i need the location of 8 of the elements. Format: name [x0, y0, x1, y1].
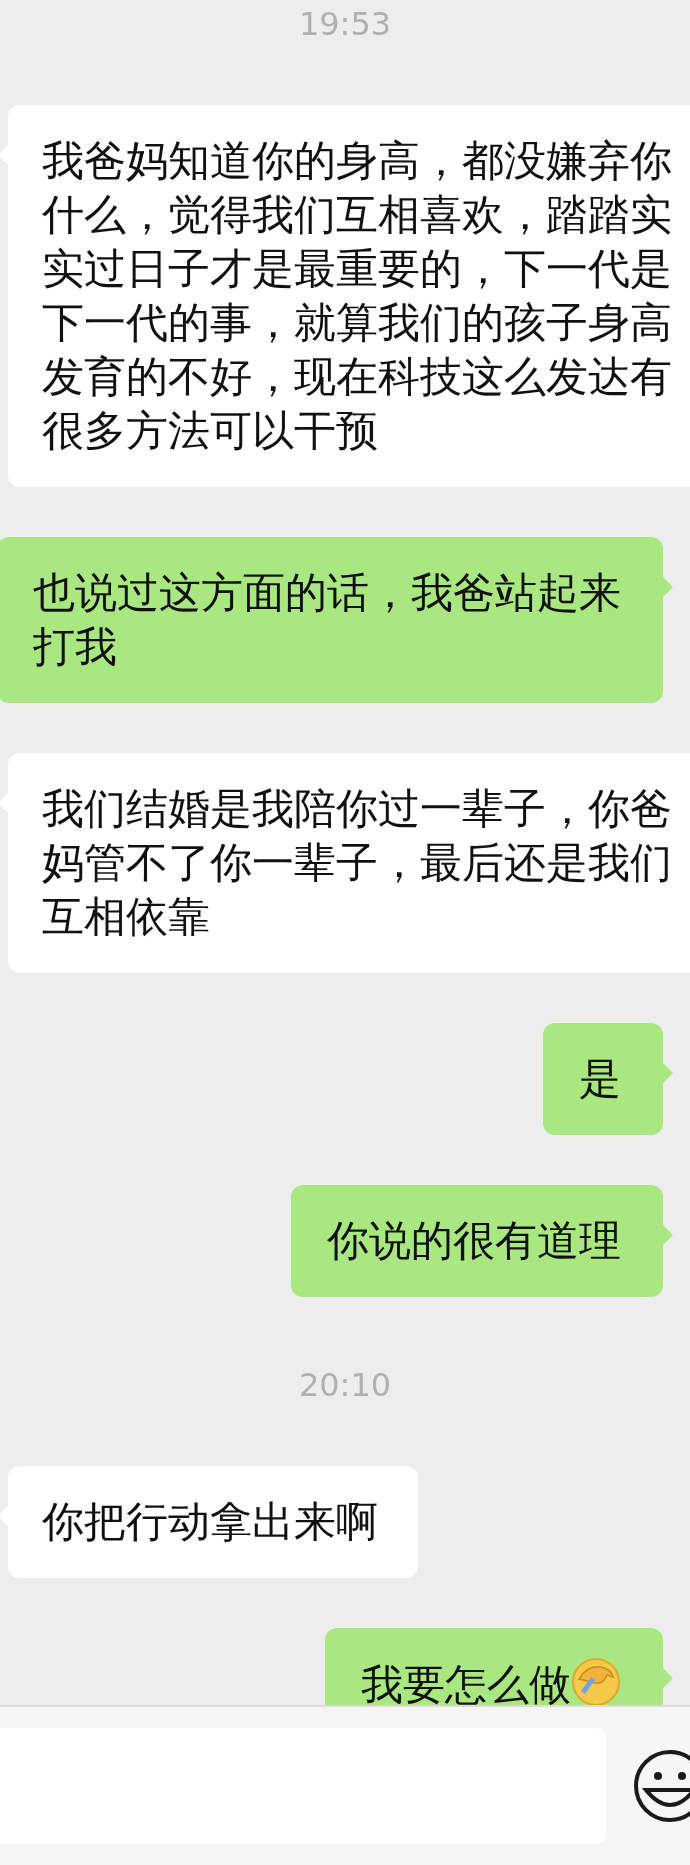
- smiley-icon[interactable]: [632, 1748, 690, 1824]
- bubble-tail: [663, 1225, 673, 1245]
- message-line: 也说过这方面的话，我爸站起来: [33, 567, 621, 619]
- message-line: 打我: [33, 621, 118, 673]
- bubble-tail: [663, 1668, 673, 1688]
- timestamp: 20:10: [298, 1367, 392, 1403]
- timestamp: 19:53: [298, 6, 392, 42]
- bubble-tail: [663, 1063, 673, 1083]
